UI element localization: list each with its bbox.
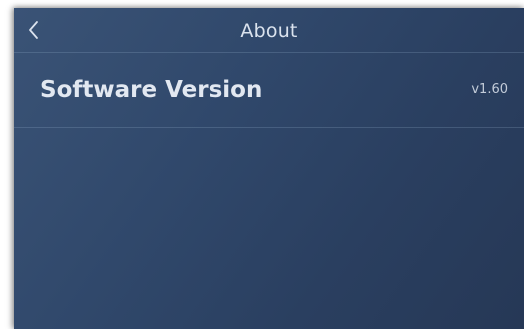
software-version-label: Software Version <box>40 77 263 103</box>
about-screen: About Software Version v1.60 <box>14 8 524 329</box>
software-version-row: Software Version v1.60 <box>14 53 524 128</box>
software-version-value: v1.60 <box>471 82 508 97</box>
chevron-left-icon <box>22 18 46 42</box>
device-frame: About Software Version v1.60 <box>0 0 524 329</box>
back-button[interactable] <box>22 18 46 42</box>
page-title: About <box>240 20 298 42</box>
top-bar: About <box>14 8 524 53</box>
